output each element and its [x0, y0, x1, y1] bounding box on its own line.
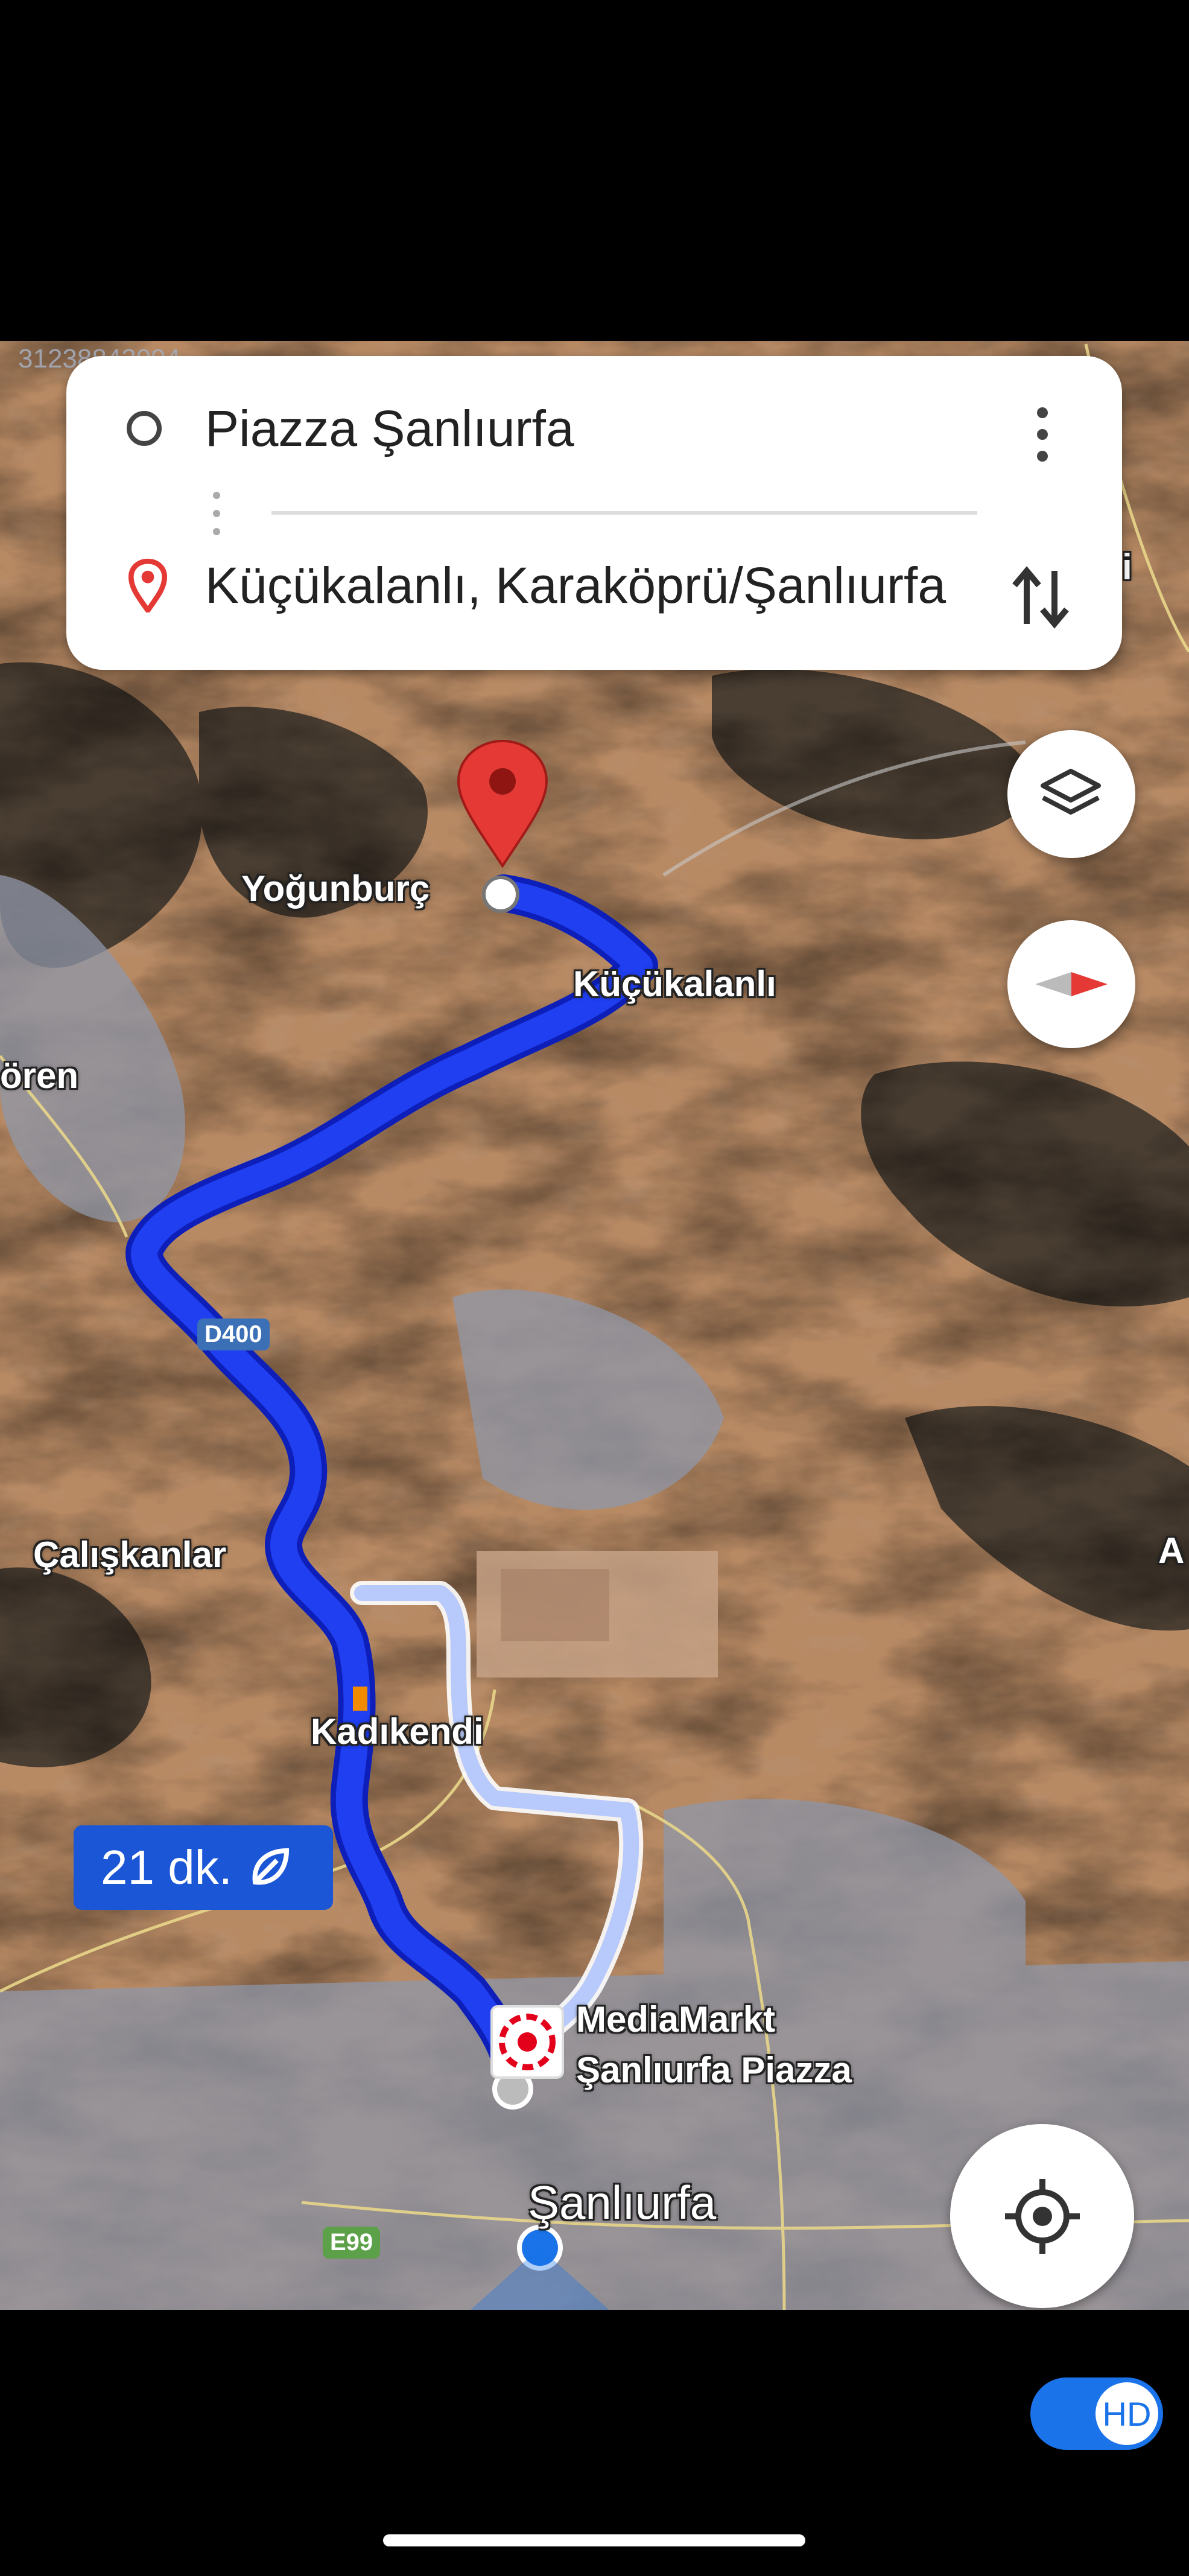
- label-yogunburc: Yoğunburç: [241, 868, 430, 909]
- label-sanliurfa: Şanlıurfa: [528, 2176, 717, 2229]
- label-caliskanlar: Çalışkanlar: [33, 1534, 227, 1575]
- label-edge-a: A: [1158, 1530, 1185, 1571]
- compass-icon: [1035, 972, 1108, 996]
- layers-icon: [1041, 769, 1101, 815]
- route-end-dot: [482, 876, 519, 913]
- directions-card: Piazza Şanlıurfa Küçükalanlı, Karaköprü/…: [66, 356, 1122, 670]
- divider: [271, 511, 977, 515]
- layers-button[interactable]: [1007, 730, 1135, 858]
- home-indicator[interactable]: [383, 2534, 805, 2546]
- swap-vertical-icon[interactable]: [1007, 561, 1074, 634]
- destination-marker-icon: [128, 558, 168, 612]
- label-edge-i: i: [1122, 547, 1132, 587]
- origin-circle-icon: [127, 411, 162, 446]
- origin-input[interactable]: Piazza Şanlıurfa: [205, 399, 574, 458]
- eco-leaf-icon: [252, 1848, 289, 1885]
- route-time-text: 21 dk.: [101, 1840, 232, 1894]
- more-vert-icon[interactable]: [1035, 407, 1050, 465]
- road-shield-e99: E99: [323, 2227, 381, 2259]
- traffic-segment: [353, 1687, 367, 1711]
- route-time-badge[interactable]: 21 dk.: [74, 1825, 333, 1910]
- destination-input[interactable]: Küçükalanlı, Karaköprü/Şanlıurfa: [205, 556, 946, 615]
- road-shield-d400: D400: [197, 1318, 270, 1350]
- label-mediamarkt-line1: MediaMarkt: [576, 1999, 776, 2040]
- label-mediamarkt-line2: Şanlıurfa Piazza: [576, 2050, 852, 2090]
- mediamarkt-place-icon[interactable]: [490, 2005, 564, 2079]
- hd-toggle[interactable]: HD: [1030, 2377, 1163, 2450]
- label-kadikendi: Kadıkendi: [311, 1711, 484, 1752]
- label-oren: ören: [0, 1055, 79, 1096]
- compass-button[interactable]: [1007, 920, 1135, 1048]
- hd-label: HD: [1095, 2382, 1158, 2445]
- my-location-icon: [1004, 2178, 1080, 2254]
- my-location-button[interactable]: [950, 2124, 1134, 2308]
- label-kucukalanli: Küçükalanlı: [573, 964, 776, 1004]
